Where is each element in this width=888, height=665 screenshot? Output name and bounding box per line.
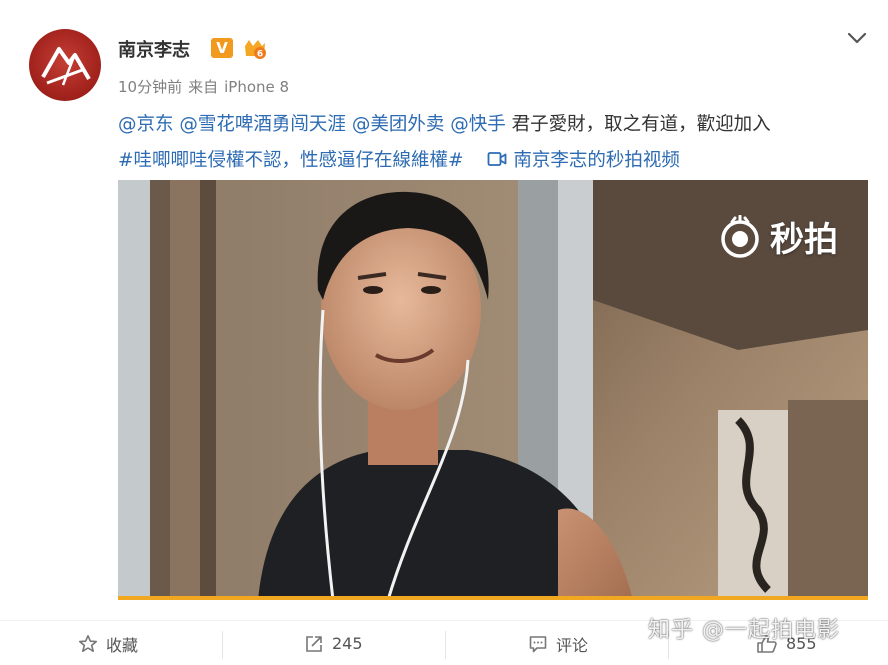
comment-button[interactable]: 评论 bbox=[528, 621, 588, 665]
mention-link[interactable]: @美团外卖 bbox=[352, 114, 445, 135]
username[interactable]: 南京李志 bbox=[118, 36, 190, 62]
video-progress-fill bbox=[118, 596, 868, 600]
video-player[interactable]: 秒拍 bbox=[118, 180, 868, 600]
favorite-button[interactable]: 收藏 bbox=[78, 621, 138, 665]
video-link-label: 南京李志的秒拍视频 bbox=[513, 150, 680, 171]
miaopai-eye-icon bbox=[721, 214, 759, 258]
miaopai-logo-text: 秒拍 bbox=[770, 220, 838, 260]
comment-icon bbox=[529, 635, 547, 652]
source-prefix: 来自 bbox=[188, 78, 219, 96]
comment-label: 评论 bbox=[556, 635, 589, 655]
video-link[interactable]: 南京李志的秒拍视频 bbox=[487, 150, 680, 171]
post-text-line-1: @京东 @雪花啤酒勇闯天涯 @美团外卖 @快手 君子愛財，取之有道，歡迎加入 bbox=[118, 107, 878, 143]
avatar[interactable] bbox=[29, 29, 101, 101]
favorite-label: 收藏 bbox=[106, 635, 139, 655]
vip-badge: V bbox=[211, 38, 233, 58]
post-text-line-2: #哇唧唧哇侵權不認，性感逼仔在線維權# 南京李志的秒拍视频 bbox=[118, 143, 878, 179]
video-icon bbox=[488, 152, 507, 166]
hashtag-link[interactable]: #哇唧唧哇侵權不認，性感逼仔在線維權# bbox=[118, 150, 464, 171]
post-text: @京东 @雪花啤酒勇闯天涯 @美团外卖 @快手 君子愛財，取之有道，歡迎加入 #… bbox=[118, 107, 878, 179]
weibo-post-card: 南京李志 V 6 10分钟前 来自 iPhone 8 @京东 @雪花啤酒勇闯天涯 @… bbox=[0, 0, 888, 665]
share-button[interactable]: 245 bbox=[304, 621, 363, 665]
action-divider bbox=[445, 631, 446, 659]
action-divider bbox=[222, 631, 223, 659]
avatar-logo-icon bbox=[41, 47, 91, 86]
video-progress-bar[interactable] bbox=[118, 596, 868, 600]
share-count: 245 bbox=[332, 634, 363, 653]
post-text-body: 君子愛財，取之有道，歡迎加入 bbox=[511, 114, 771, 135]
share-icon bbox=[306, 635, 322, 652]
mention-link[interactable]: @雪花啤酒勇闯天涯 bbox=[179, 114, 346, 135]
post-time[interactable]: 10分钟前 bbox=[118, 78, 182, 96]
source-device[interactable]: iPhone 8 bbox=[224, 78, 289, 96]
zhihu-watermark: 知乎 @一起拍电影 bbox=[648, 618, 840, 643]
post-meta: 10分钟前 来自 iPhone 8 bbox=[118, 76, 295, 97]
star-icon bbox=[79, 634, 97, 652]
mention-link[interactable]: @快手 bbox=[450, 114, 506, 135]
chevron-down-icon[interactable] bbox=[846, 28, 868, 48]
miaopai-logo: 秒拍 bbox=[718, 212, 838, 261]
mention-link[interactable]: @京东 bbox=[118, 114, 174, 135]
svg-text:6: 6 bbox=[257, 50, 263, 60]
level-badge-icon: 6 bbox=[245, 40, 266, 60]
